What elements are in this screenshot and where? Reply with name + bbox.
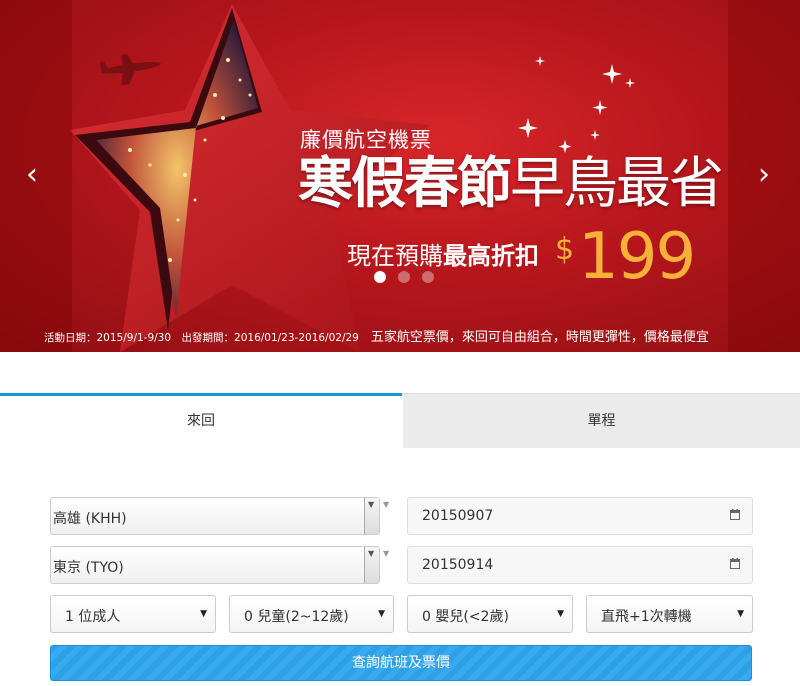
price-value: 199: [578, 220, 696, 294]
chevron-down-icon: ▼: [200, 609, 207, 619]
stops-value: 直飛+1次轉機: [601, 609, 692, 625]
tab-one-way[interactable]: 單程: [403, 393, 800, 448]
sparkle-icon: [518, 56, 635, 153]
price-currency: $: [555, 232, 575, 267]
carousel-indicators: [374, 268, 441, 287]
carousel-dot-2[interactable]: [398, 271, 411, 283]
destination-value: 東京 (TYO): [53, 560, 124, 576]
headline-bold: 寒假春節: [298, 151, 512, 215]
destination-dropdown-button[interactable]: ▼: [364, 547, 379, 583]
chevron-down-icon: ▼: [383, 549, 390, 558]
carousel-next-button[interactable]: ›: [758, 160, 770, 190]
search-flights-button[interactable]: 查詢航班及票價: [50, 645, 752, 681]
promo-prefix: 現在預購: [347, 242, 443, 270]
chevron-down-icon: ▼: [557, 609, 564, 619]
carousel-dot-3[interactable]: [422, 271, 435, 283]
calendar-icon[interactable]: [730, 509, 740, 520]
chevron-down-icon: ▼: [368, 549, 375, 558]
depart-date-field[interactable]: 20150907: [407, 497, 753, 535]
infants-select[interactable]: 0 嬰兒(<2歲) ▼: [407, 595, 573, 633]
children-value: 0 兒童(2~12歲): [244, 609, 349, 625]
children-select[interactable]: 0 兒童(2~12歲) ▼: [229, 595, 394, 633]
return-date-value: 20150914: [422, 557, 494, 573]
origin-dropdown-button[interactable]: ▼: [364, 498, 379, 534]
banner-footnote: 活動日期：2015/9/1-9/30 出發期間：2016/01/23-2016/…: [44, 326, 709, 345]
chevron-down-icon: ▼: [378, 609, 385, 619]
adults-select[interactable]: 1 位成人 ▼: [50, 595, 216, 633]
chevron-down-icon: ▼: [368, 500, 375, 509]
promo-bold: 最高折扣: [443, 242, 539, 270]
return-date-field[interactable]: 20150914: [407, 546, 753, 584]
adults-value: 1 位成人: [65, 609, 121, 625]
calendar-icon[interactable]: [730, 558, 740, 569]
chevron-down-icon: ▼: [737, 609, 744, 619]
origin-combobox[interactable]: 高雄 (KHH) ▼: [50, 497, 380, 535]
promo-carousel[interactable]: ‹ › 廉價航空機票 寒假春節早鳥最省 現在預購最高折扣 $ 199 活動日期：…: [0, 0, 800, 352]
depart-date-value: 20150907: [422, 508, 494, 524]
banner-promo: 現在預購最高折扣: [347, 236, 539, 271]
destination-dropdown-toggle[interactable]: ▼: [383, 549, 397, 587]
banner-subtitle: 廉價航空機票: [300, 128, 432, 152]
headline-light: 早鳥最省: [510, 151, 724, 215]
origin-dropdown-toggle[interactable]: ▼: [383, 500, 397, 538]
tab-round-trip[interactable]: 來回: [0, 393, 402, 447]
stops-select[interactable]: 直飛+1次轉機 ▼: [586, 595, 753, 633]
footnote-tagline: 五家航空票價，來回可自由組合，時間更彈性，價格最便宜: [370, 330, 709, 345]
origin-value: 高雄 (KHH): [53, 511, 127, 527]
carousel-dot-1[interactable]: [374, 271, 386, 283]
carousel-prev-button[interactable]: ‹: [26, 160, 38, 190]
airplane-icon: [100, 54, 161, 86]
chevron-down-icon: ▼: [383, 500, 390, 509]
banner-headline: 寒假春節早鳥最省: [298, 151, 724, 215]
trip-type-tabs: 來回 單程: [0, 393, 800, 448]
footnote-dates: 活動日期：2015/9/1-9/30 出發期間：2016/01/23-2016/…: [44, 332, 359, 344]
infants-value: 0 嬰兒(<2歲): [422, 609, 509, 625]
destination-combobox[interactable]: 東京 (TYO) ▼: [50, 546, 380, 584]
